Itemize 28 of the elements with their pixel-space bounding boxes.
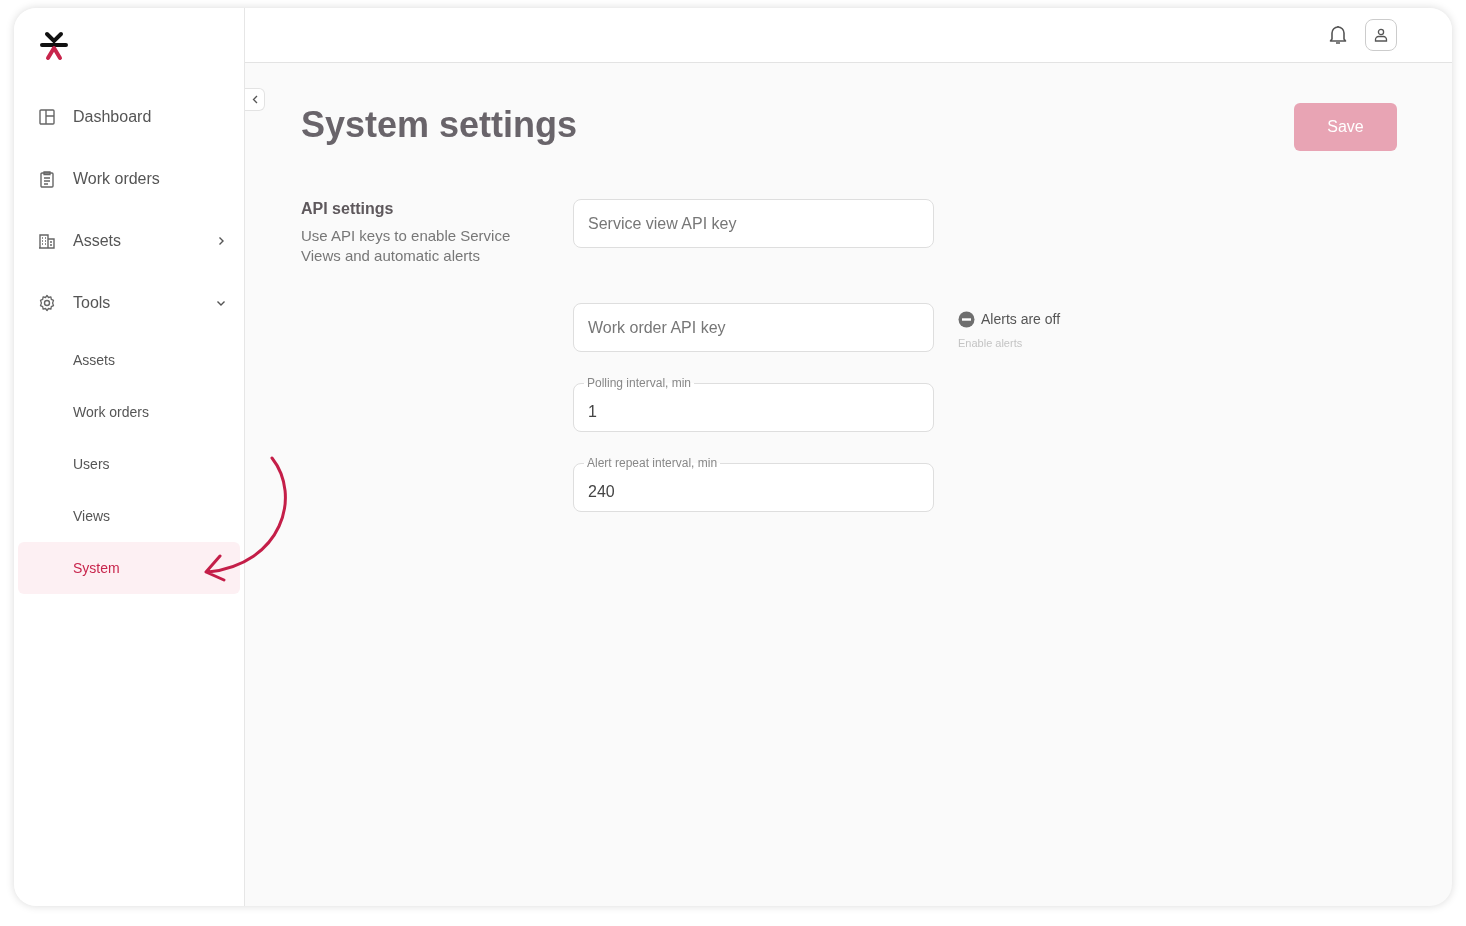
user-button[interactable] xyxy=(1365,19,1397,51)
page-title: System settings xyxy=(301,103,578,147)
sidebar-item[interactable]: Assets xyxy=(18,210,240,272)
input-field[interactable]: Work order API key xyxy=(573,303,934,352)
alert-status: Alerts are off xyxy=(981,310,1061,329)
user-icon xyxy=(1374,28,1388,42)
sidebar-item[interactable]: Views xyxy=(18,490,240,542)
chevron-left-icon xyxy=(251,95,258,104)
clipboard-icon xyxy=(38,170,56,188)
gear-icon xyxy=(38,294,56,312)
section-heading: API settings xyxy=(301,199,395,219)
input-field[interactable]: Service view API key xyxy=(573,199,934,248)
sidebar-item[interactable]: Work orders xyxy=(18,386,240,438)
sidebar-item[interactable]: Work orders xyxy=(18,148,240,210)
chevron-down-icon xyxy=(216,298,226,308)
sidebar-item[interactable]: Users xyxy=(18,438,240,490)
chevron-right-icon xyxy=(216,236,226,246)
sidebar-item[interactable]: System xyxy=(18,542,240,594)
section-description: Use API keys to enable Service Views and automatic alerts xyxy=(301,226,512,267)
field-label: Alert repeat interval, min xyxy=(584,456,721,470)
sidebar-item[interactable]: Dashboard xyxy=(18,86,240,148)
layout-icon xyxy=(38,108,56,126)
logo-icon xyxy=(38,30,70,62)
field-label: Polling interval, min xyxy=(584,376,695,390)
sidebar-item[interactable]: Assets xyxy=(18,334,240,386)
building-icon xyxy=(38,232,56,250)
sidebar-item[interactable]: Tools xyxy=(18,272,240,334)
bell-icon[interactable] xyxy=(1329,25,1347,45)
